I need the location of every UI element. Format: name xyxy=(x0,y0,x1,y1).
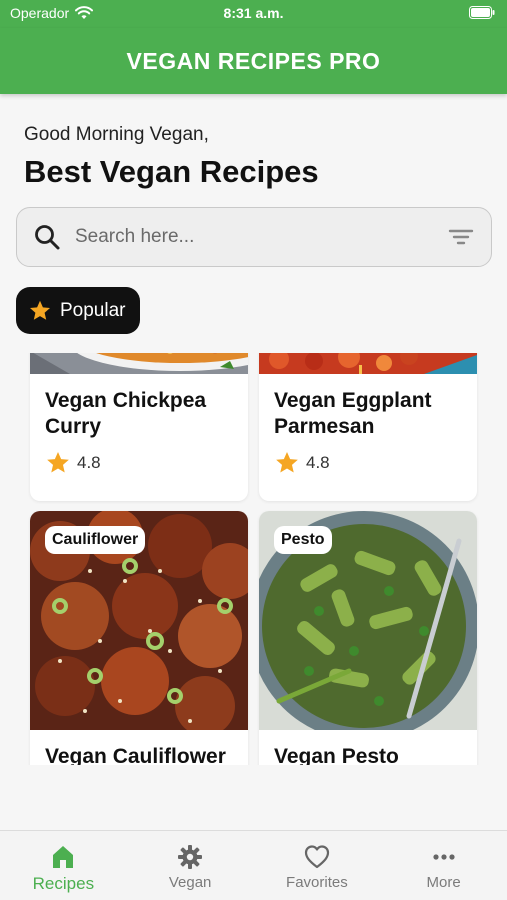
nav-item-favorites[interactable]: Favorites xyxy=(262,843,372,891)
page-title: Best Vegan Recipes xyxy=(24,154,319,189)
rating-value: 4.8 xyxy=(77,453,101,472)
home-icon xyxy=(53,846,74,868)
search-icon xyxy=(35,225,60,250)
star-icon xyxy=(30,300,50,320)
more-icon xyxy=(433,854,455,860)
app-bar: VEGAN RECIPES PRO xyxy=(0,28,507,94)
recipe-title: Vegan Eggplant Parmesan xyxy=(274,389,432,438)
star-icon xyxy=(276,451,298,473)
nav-label: Recipes xyxy=(32,874,95,893)
rating-value: 4.8 xyxy=(306,453,330,472)
recipe-tag: Cauliflower xyxy=(45,526,146,554)
status-time: 8:31 a.m. xyxy=(223,5,284,21)
recipe-title: Vegan Pesto xyxy=(274,745,399,765)
nav-item-more[interactable]: More xyxy=(389,843,499,891)
app-title: VEGAN RECIPES PRO xyxy=(126,47,381,74)
nav-item-vegan[interactable]: Vegan xyxy=(135,843,245,891)
recipe-tag: Pesto xyxy=(274,526,332,554)
status-bar: Operador 8:31 a.m. xyxy=(0,0,507,28)
recipe-grid: Vegan Chickpea Curry 4.8 Vegan Eggplant … xyxy=(0,353,507,765)
nav-item-recipes[interactable]: Recipes xyxy=(8,843,118,894)
recipe-card[interactable]: Pesto Vegan Pesto xyxy=(259,511,477,765)
search-input[interactable] xyxy=(75,226,447,248)
battery-icon xyxy=(469,6,495,19)
popular-chip[interactable]: Popular xyxy=(16,287,140,334)
bottom-navigation: Recipes Vegan Favorites More xyxy=(0,830,507,900)
recipe-card[interactable]: Vegan Chickpea Curry 4.8 xyxy=(30,353,248,501)
recipe-image xyxy=(30,353,248,374)
heart-icon xyxy=(304,845,329,869)
nav-label: Vegan xyxy=(168,874,212,891)
nav-label: Favorites xyxy=(286,874,348,891)
greeting-text: Good Morning Vegan, xyxy=(24,124,209,145)
recipe-rating: 4.8 xyxy=(30,440,248,486)
search-bar[interactable] xyxy=(16,207,492,267)
gear-icon xyxy=(178,845,203,869)
recipe-image xyxy=(259,353,477,374)
filter-icon[interactable] xyxy=(447,223,475,251)
recipe-card[interactable]: Cauliflower Vegan Cauliflower xyxy=(30,511,248,765)
recipe-title: Vegan Cauliflower xyxy=(45,745,226,765)
star-icon xyxy=(47,451,69,473)
nav-label: More xyxy=(426,874,461,891)
recipe-card[interactable]: Vegan Eggplant Parmesan 4.8 xyxy=(259,353,477,501)
recipe-rating: 4.8 xyxy=(259,440,477,486)
recipe-image: Pesto xyxy=(259,511,477,730)
chip-label: Popular xyxy=(60,299,126,321)
recipe-image: Cauliflower xyxy=(30,511,248,730)
recipe-title: Vegan Chickpea Curry xyxy=(45,389,207,438)
